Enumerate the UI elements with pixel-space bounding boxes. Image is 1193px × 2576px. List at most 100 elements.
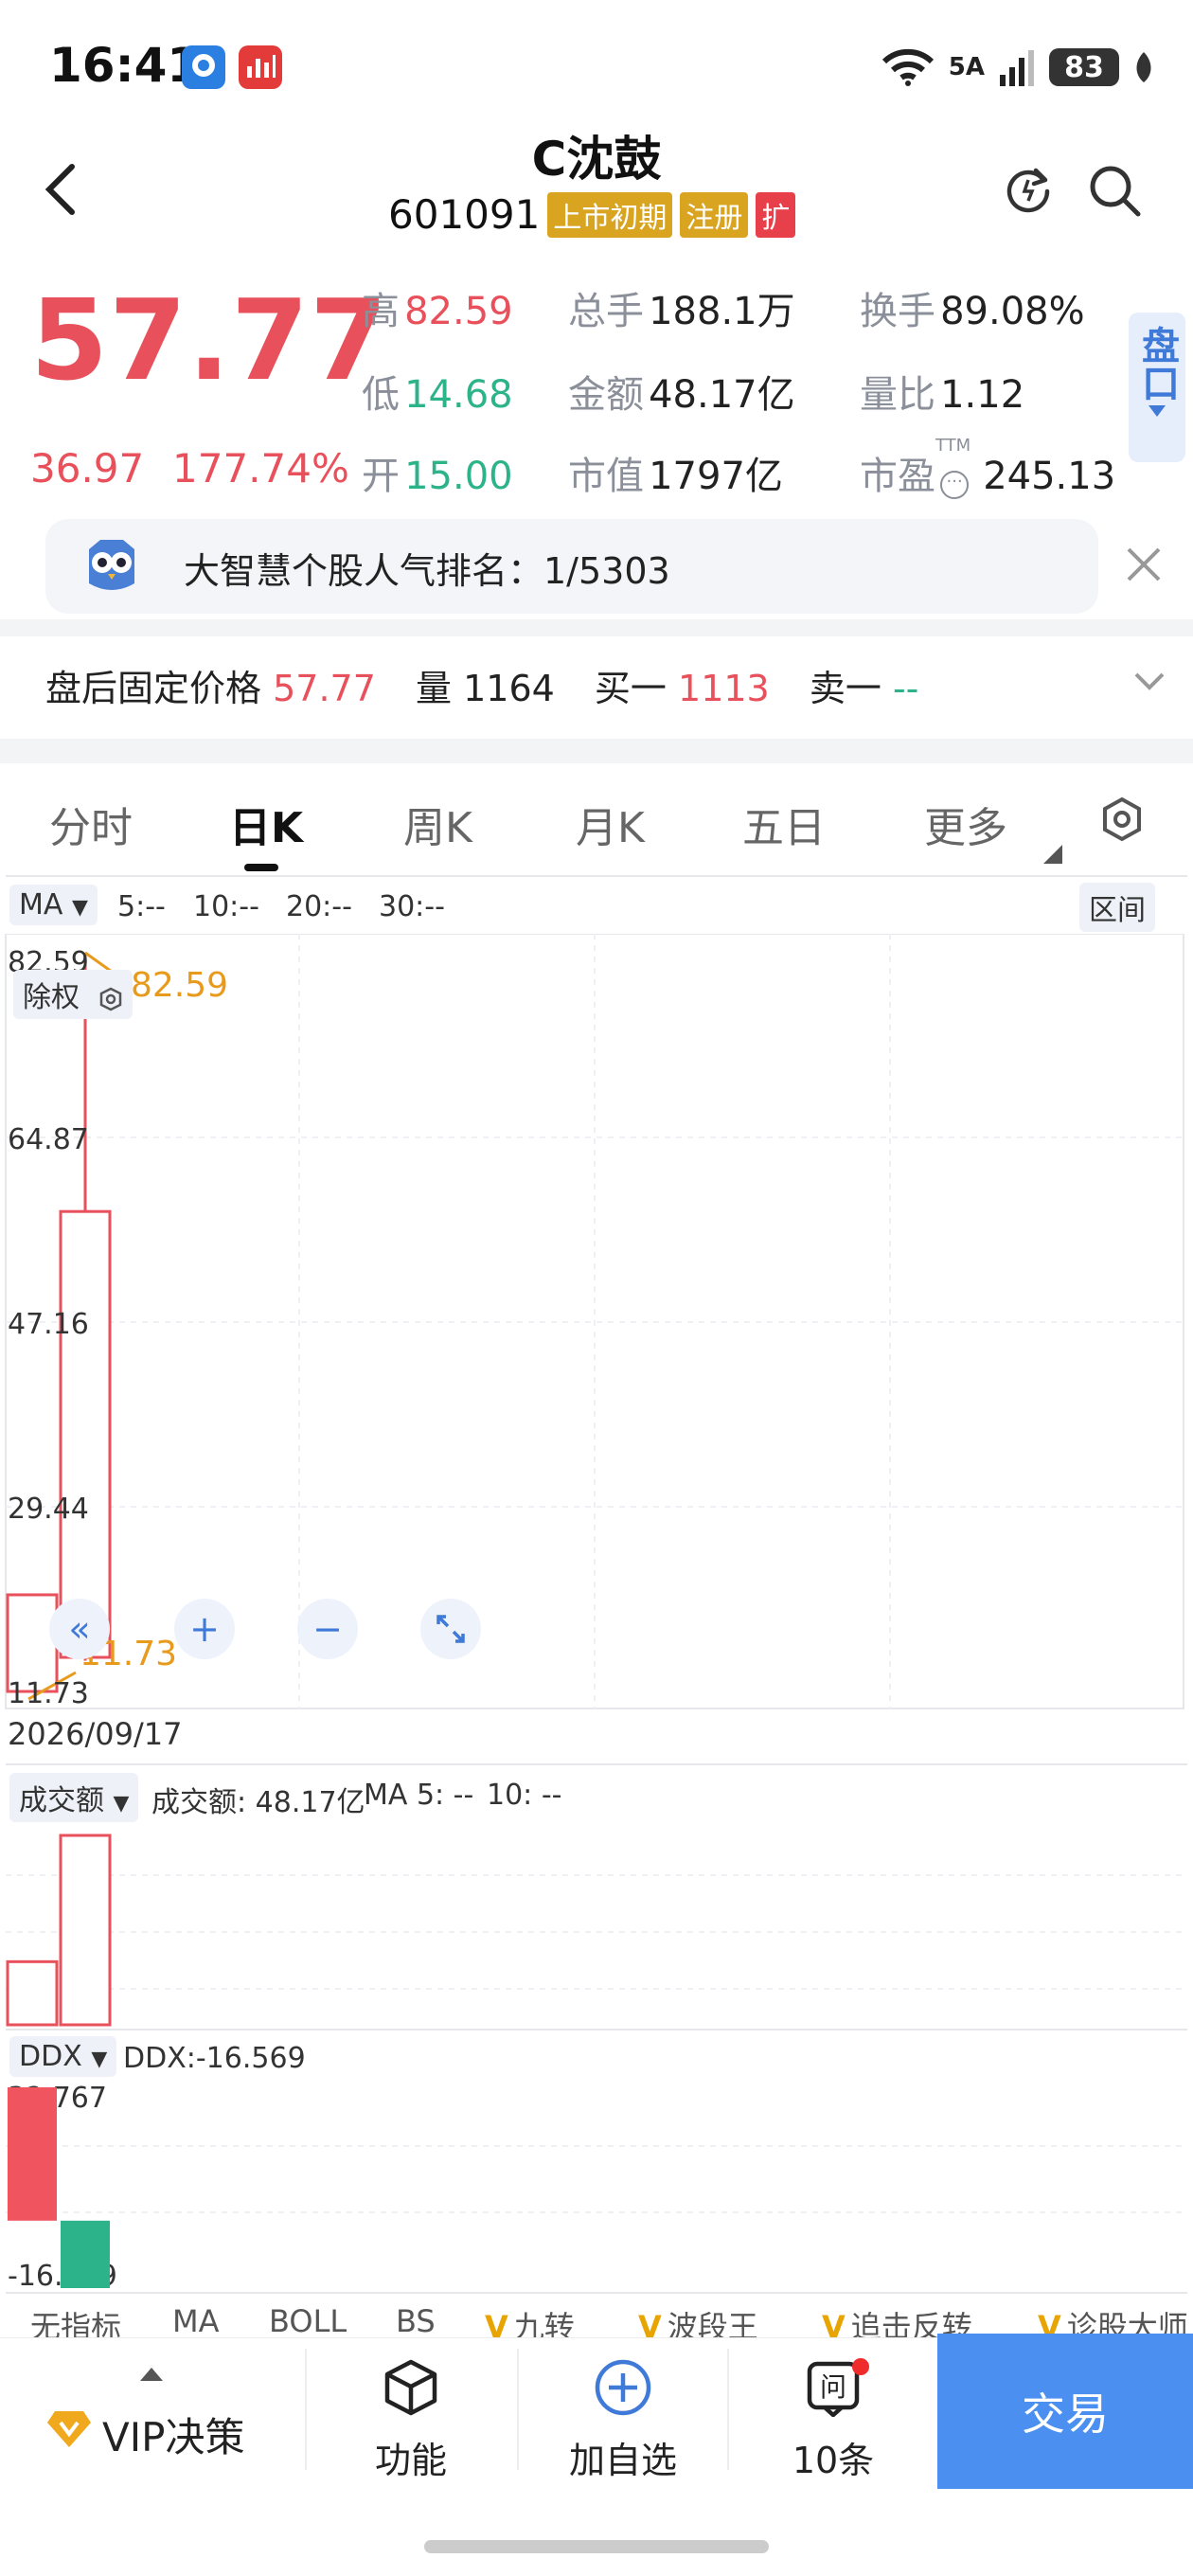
ask-label: 10条 (792, 2440, 875, 2481)
ddx-grid (6, 2145, 1184, 2213)
indicator-boll[interactable]: BOLL (269, 2303, 347, 2339)
tag-ipo: 上市初期 (547, 191, 673, 238)
signal-icon (1000, 50, 1034, 86)
refresh-button[interactable] (1002, 163, 1055, 220)
battery-icon: 83 (1049, 48, 1119, 86)
home-indicator (424, 2540, 769, 2553)
volume-ma10: 10: -- (487, 1779, 562, 1812)
quote-high: 高 82.59 (362, 290, 513, 333)
ddx-bar (8, 2087, 57, 2221)
indicator-ma[interactable]: MA (172, 2303, 220, 2339)
add-watchlist-label: 加自选 (568, 2440, 677, 2481)
wifi-icon (881, 48, 934, 86)
zoom-in-button[interactable]: + (174, 1599, 235, 1659)
chart-border-top (6, 875, 1187, 877)
leaf-icon (1136, 52, 1151, 82)
ex-rights-button[interactable]: 除权 (13, 970, 133, 1019)
trade-button[interactable]: 交易 (937, 2334, 1193, 2489)
dropdown-triangle-icon: ▼ (113, 1792, 130, 1816)
fullscreen-button[interactable] (420, 1599, 481, 1659)
volume-chart[interactable] (0, 1818, 1193, 2029)
current-price: 57.77 (30, 275, 389, 405)
triangle-up-icon (140, 2368, 163, 2381)
function-button[interactable]: 功能 (307, 2358, 515, 2483)
price-change-pct: 177.74% (172, 445, 349, 492)
add-watchlist-button[interactable]: 加自选 (519, 2358, 727, 2483)
volume-grid (6, 1874, 1184, 1990)
range-button[interactable]: 区间 (1079, 883, 1155, 932)
vip-decision-button[interactable]: VIP决策 (42, 2368, 278, 2481)
dropdown-triangle-icon: ▼ (71, 896, 88, 920)
triangle-down-icon (1148, 405, 1166, 417)
expand-icon (436, 1615, 465, 1643)
quote-pe[interactable]: 市盈 ··· 245.13 (860, 445, 1115, 500)
more-triangle-icon (1043, 845, 1062, 868)
dropdown-triangle-icon: ▼ (91, 2048, 108, 2071)
pe-ttm-label: TTM (935, 436, 971, 456)
notification-dot (852, 2358, 869, 2375)
quote-turnover: 换手 89.08% (860, 290, 1085, 333)
network-type: 5A (948, 53, 985, 81)
volume-bar (6, 1959, 59, 2027)
after-hours-row[interactable]: 盘后固定价格 57.77 量 1164 买一 1113 卖一 -- (45, 659, 918, 711)
kline-date: 2026/09/17 (8, 1716, 183, 1752)
kline-y-tick: 47.16 (8, 1308, 89, 1341)
plus-circle-icon (595, 2359, 651, 2416)
ddx-chart[interactable] (0, 2080, 1193, 2292)
owl-icon (76, 530, 148, 602)
more-dots-icon: ··· (940, 470, 970, 499)
ma10-value: 10:-- (193, 890, 259, 923)
active-tab-indicator (244, 864, 278, 871)
app-notification-icon-2 (239, 45, 282, 89)
close-notice-button[interactable] (1123, 544, 1165, 589)
quote-volume-ratio: 量比 1.12 (860, 373, 1025, 417)
search-icon (1090, 166, 1141, 217)
ddx-bar (61, 2220, 110, 2288)
stock-code: 601091 (388, 191, 541, 238)
ma5-value: 5:-- (117, 890, 166, 923)
tab-weekly-k[interactable]: 周K (403, 794, 472, 854)
status-indicators: 5A 83 (881, 45, 1155, 89)
tab-daily-k[interactable]: 日K (229, 794, 303, 854)
zoom-out-button[interactable]: − (297, 1599, 358, 1659)
chart-divider-3 (6, 2292, 1187, 2294)
ma-selector[interactable]: MA ▼ (9, 885, 98, 925)
svg-text:问: 问 (820, 2371, 846, 2403)
ddx-selector[interactable]: DDX ▼ (9, 2036, 117, 2077)
kline-chart[interactable]: 82.59 64.87 47.16 29.44 11.73 (0, 934, 1193, 1710)
kline-high-label: 82.59 (131, 966, 229, 1005)
scroll-left-button[interactable]: « (49, 1599, 110, 1659)
vip-decision-label: VIP决策 (102, 2414, 245, 2460)
vip-diamond-icon (47, 2411, 91, 2447)
status-time: 16:41 (49, 38, 201, 93)
quote-amount: 金额 48.17亿 (568, 373, 795, 417)
volume-selector[interactable]: 成交额 ▼ (9, 1773, 139, 1822)
refresh-icon (1006, 168, 1050, 213)
tab-more[interactable]: 更多 (924, 794, 1007, 854)
popularity-text: 大智慧个股人气排名：1/5303 (184, 550, 670, 592)
ddx-bars (8, 2087, 110, 2288)
section-divider (0, 619, 1193, 636)
tab-intraday[interactable]: 分时 (49, 794, 133, 854)
section-divider-2 (0, 739, 1193, 763)
cube-icon (384, 2359, 437, 2416)
volume-bars (6, 1834, 112, 2027)
price-change: 36.97 (30, 445, 145, 492)
tab-monthly-k[interactable]: 月K (576, 794, 645, 854)
chart-divider-2 (6, 2029, 1187, 2030)
kline-grid (6, 934, 1184, 1708)
order-book-tab[interactable]: 盘口 (1129, 313, 1185, 462)
indicator-bs[interactable]: BS (396, 2303, 436, 2339)
kline-y-tick: 64.87 (8, 1123, 89, 1156)
chevron-down-icon (1134, 672, 1165, 690)
expand-after-hours-button[interactable] (1132, 671, 1166, 697)
ask-button[interactable]: 问 10条 (729, 2358, 937, 2483)
chart-settings-button[interactable] (1098, 796, 1146, 847)
tag-register: 注册 (680, 191, 749, 238)
app-notification-icon (182, 45, 225, 89)
volume-bar (59, 1834, 112, 2027)
kline-y-tick: 29.44 (8, 1493, 89, 1526)
search-button[interactable] (1087, 163, 1144, 224)
tab-five-day[interactable]: 五日 (742, 794, 826, 854)
quote-volume: 总手 188.1万 (568, 290, 795, 333)
